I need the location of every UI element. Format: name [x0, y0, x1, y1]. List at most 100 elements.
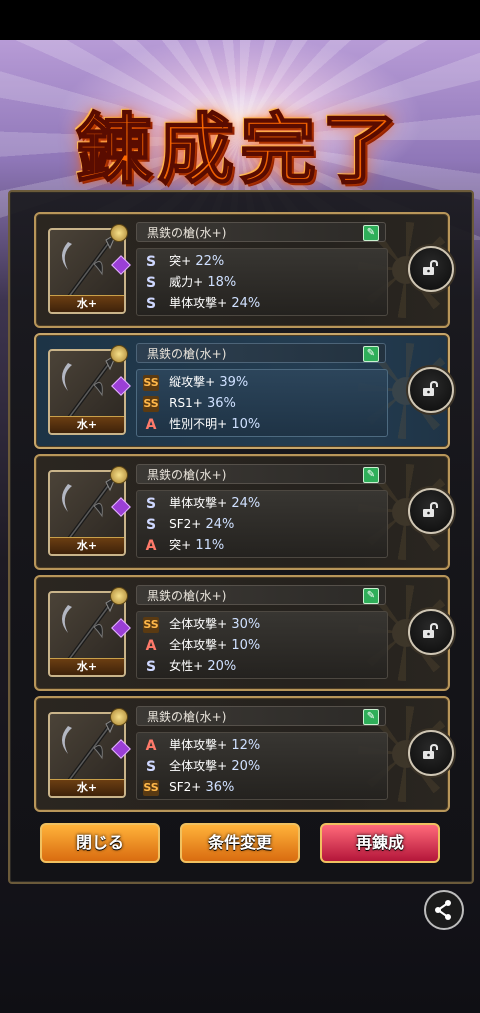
unlock-button[interactable] — [408, 367, 454, 413]
unlock-icon — [423, 502, 438, 517]
stat-label: 単体攻撃+ — [169, 496, 228, 510]
weapon-name-bar: 黒鉄の槍(水+) ✎ — [136, 464, 386, 484]
weapon-name: 黒鉄の槍(水+) — [147, 347, 227, 361]
weapon-name: 黒鉄の槍(水+) — [147, 226, 227, 240]
rank-icon: A — [145, 637, 157, 654]
stat-row: SS RS1+ 36% — [143, 393, 236, 413]
stat-row: S 全体攻撃+ 20% — [143, 756, 260, 776]
stat-label: SF2+ — [169, 517, 202, 531]
stat-row: SS SF2+ 36% — [143, 777, 234, 797]
rank-icon: S — [145, 516, 157, 533]
weapon-card[interactable]: 水+ 黒鉄の槍(水+) ✎ S 単体攻撃+ 24% S SF2+ 24% A 突… — [34, 454, 454, 570]
rank-icon: S — [145, 295, 157, 312]
re-refine-button[interactable]: 再錬成 — [320, 823, 440, 863]
weapon-card[interactable]: 水+ 黒鉄の槍(水+) ✎ A 単体攻撃+ 12% S 全体攻撃+ 20% SS… — [34, 696, 454, 812]
stat-row: A 性別不明+ 10% — [143, 414, 261, 434]
unlock-icon — [423, 381, 438, 396]
stat-value: 36% — [205, 780, 235, 795]
stat-row: A 突+ 11% — [143, 535, 225, 555]
result-title: 錬成完了 — [0, 88, 480, 198]
stats-box: SS 全体攻撃+ 30% A 全体攻撃+ 10% S 女性+ 20% — [136, 611, 388, 679]
stat-row: A 単体攻撃+ 12% — [143, 735, 261, 755]
stats-box: SS 縦攻撃+ 39% SS RS1+ 36% A 性別不明+ 10% — [136, 369, 388, 437]
stat-value: 10% — [231, 638, 261, 653]
stat-label: 全体攻撃+ — [169, 759, 228, 773]
weapon-name: 黒鉄の槍(水+) — [147, 710, 227, 724]
stat-label: 突+ — [169, 254, 192, 268]
stat-label: 性別不明+ — [169, 417, 228, 431]
weapon-card[interactable]: 水+ 黒鉄の槍(水+) ✎ S 突+ 22% S 威力+ 18% S 単体攻撃+… — [34, 212, 454, 328]
stat-row: S 単体攻撃+ 24% — [143, 293, 260, 313]
rank-icon: A — [145, 416, 157, 433]
change-conditions-button[interactable]: 条件変更 — [180, 823, 300, 863]
weapon-name-bar: 黒鉄の槍(水+) ✎ — [136, 585, 386, 605]
stat-label: 縦攻撃+ — [169, 375, 216, 389]
stat-value: 39% — [219, 375, 249, 390]
unlock-icon — [423, 623, 438, 638]
medal-icon — [110, 345, 128, 363]
stat-row: S 威力+ 18% — [143, 272, 236, 292]
stats-box: S 突+ 22% S 威力+ 18% S 単体攻撃+ 24% — [136, 248, 388, 316]
medal-icon — [110, 224, 128, 242]
unlock-button[interactable] — [408, 488, 454, 534]
stats-box: A 単体攻撃+ 12% S 全体攻撃+ 20% SS SF2+ 36% — [136, 732, 388, 800]
stat-label: 女性+ — [169, 659, 204, 673]
rank-icon: SS — [143, 779, 159, 796]
stat-row: SS 縦攻撃+ 39% — [143, 372, 248, 392]
edit-icon[interactable]: ✎ — [363, 709, 379, 725]
stat-value: 12% — [231, 738, 261, 753]
weapon-name: 黒鉄の槍(水+) — [147, 468, 227, 482]
weapon-name-bar: 黒鉄の槍(水+) ✎ — [136, 222, 386, 242]
rank-icon: A — [145, 537, 157, 554]
medal-icon — [110, 466, 128, 484]
stat-label: RS1+ — [169, 396, 203, 410]
close-button[interactable]: 閉じる — [40, 823, 160, 863]
stat-row: S 突+ 22% — [143, 251, 224, 271]
weapon-card[interactable]: 水+ 黒鉄の槍(水+) ✎ SS 縦攻撃+ 39% SS RS1+ 36% A … — [34, 333, 454, 449]
stat-value: 20% — [207, 659, 237, 674]
stat-label: 全体攻撃+ — [169, 638, 228, 652]
edit-icon[interactable]: ✎ — [363, 588, 379, 604]
stats-box: S 単体攻撃+ 24% S SF2+ 24% A 突+ 11% — [136, 490, 388, 558]
edit-icon[interactable]: ✎ — [363, 346, 379, 362]
unlock-icon — [423, 744, 438, 759]
rank-icon: A — [145, 737, 157, 754]
element-label: 水+ — [50, 779, 124, 796]
share-icon[interactable] — [424, 890, 464, 930]
weapon-name-bar: 黒鉄の槍(水+) ✎ — [136, 706, 386, 726]
stat-value: 11% — [195, 538, 225, 553]
stat-value: 18% — [207, 275, 237, 290]
medal-icon — [110, 708, 128, 726]
stat-value: 10% — [231, 417, 261, 432]
rank-icon: SS — [143, 374, 159, 391]
unlock-button[interactable] — [408, 730, 454, 776]
unlock-button[interactable] — [408, 609, 454, 655]
element-label: 水+ — [50, 416, 124, 433]
rank-icon: S — [145, 495, 157, 512]
unlock-button[interactable] — [408, 246, 454, 292]
stat-row: SS 全体攻撃+ 30% — [143, 614, 260, 634]
rank-icon: SS — [143, 395, 159, 412]
unlock-icon — [423, 260, 438, 275]
stat-value: 36% — [206, 396, 236, 411]
stat-value: 30% — [231, 617, 261, 632]
stat-label: 突+ — [169, 538, 192, 552]
weapon-name: 黒鉄の槍(水+) — [147, 589, 227, 603]
stat-value: 20% — [231, 759, 261, 774]
stat-label: 単体攻撃+ — [169, 738, 228, 752]
element-label: 水+ — [50, 537, 124, 554]
stat-row: S 単体攻撃+ 24% — [143, 493, 260, 513]
stat-row: S 女性+ 20% — [143, 656, 236, 676]
status-bar — [0, 0, 480, 40]
edit-icon[interactable]: ✎ — [363, 467, 379, 483]
stat-value: 24% — [231, 296, 261, 311]
weapon-card[interactable]: 水+ 黒鉄の槍(水+) ✎ SS 全体攻撃+ 30% A 全体攻撃+ 10% S… — [34, 575, 454, 691]
stat-label: 威力+ — [169, 275, 204, 289]
element-label: 水+ — [50, 295, 124, 312]
edit-icon[interactable]: ✎ — [363, 225, 379, 241]
stat-value: 22% — [195, 254, 225, 269]
rank-icon: S — [145, 758, 157, 775]
medal-icon — [110, 587, 128, 605]
rank-icon: S — [145, 253, 157, 270]
stat-label: 全体攻撃+ — [169, 617, 228, 631]
